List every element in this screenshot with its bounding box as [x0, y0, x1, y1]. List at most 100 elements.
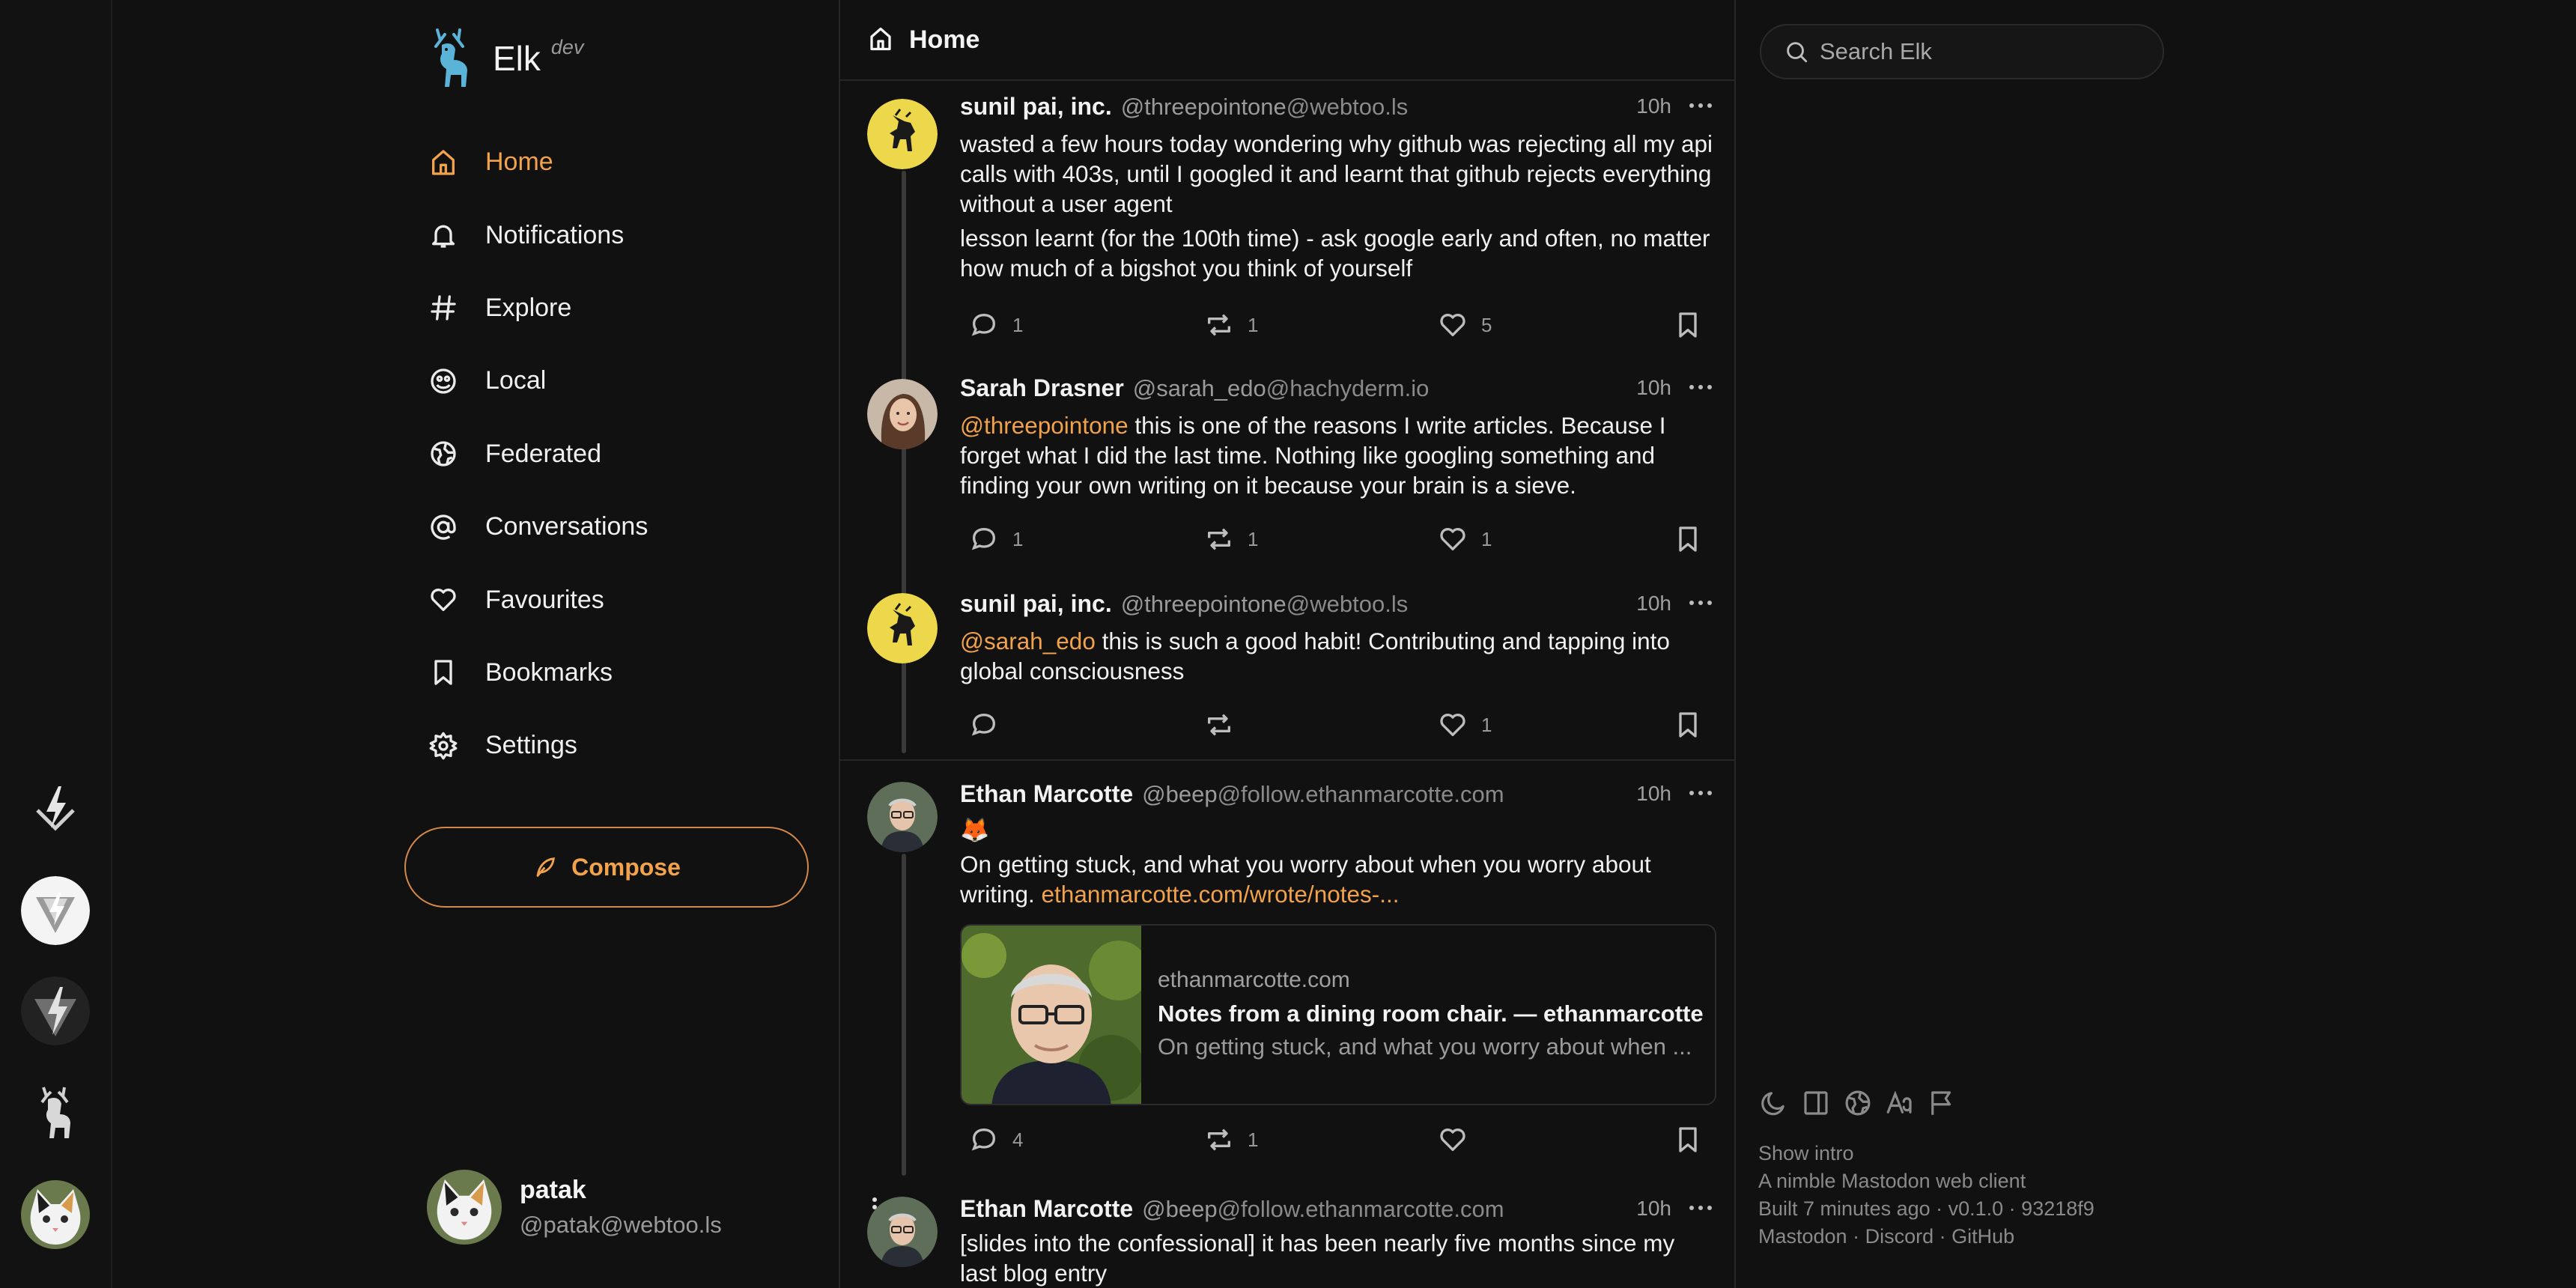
- link-preview-card[interactable]: ethanmarcotte.com Notes from a dining ro…: [960, 924, 1716, 1105]
- reply-button[interactable]: [969, 708, 1012, 741]
- status-card[interactable]: sunil pai, inc. @threepointone@webtoo.ls …: [867, 590, 1718, 747]
- footer-link-discord[interactable]: Discord: [1865, 1225, 1934, 1248]
- divider: [840, 759, 1734, 761]
- font-size-icon[interactable]: [1884, 1087, 1916, 1119]
- home-timeline[interactable]: Home sunil pai, inc. @threepointone@webto…: [839, 0, 1736, 1288]
- status-time[interactable]: 10h: [1636, 782, 1671, 806]
- page-title: Home: [909, 25, 980, 54]
- compose-label: Compose: [571, 853, 681, 881]
- mention-link[interactable]: @threepointone: [960, 412, 1128, 439]
- footer-links: Mastodon · Discord · GitHub: [1758, 1225, 2014, 1248]
- nav-item-settings[interactable]: Settings: [427, 709, 786, 782]
- bookmark-button[interactable]: [1673, 523, 1703, 556]
- nav-item-local[interactable]: Local: [427, 344, 786, 417]
- status-time[interactable]: 10h: [1636, 592, 1671, 616]
- author-avatar[interactable]: [867, 782, 938, 852]
- status-time[interactable]: 10h: [1636, 376, 1671, 400]
- author-handle[interactable]: @threepointone@webtoo.ls: [1121, 591, 1409, 617]
- author-name[interactable]: Ethan Marcotte: [960, 1195, 1133, 1222]
- show-intro-link[interactable]: Show intro: [1758, 1142, 1854, 1165]
- account-avatar-cat[interactable]: [21, 1180, 90, 1249]
- search-box[interactable]: [1760, 24, 2164, 79]
- flag-icon[interactable]: [1926, 1087, 1957, 1119]
- more-horizontal-icon[interactable]: [1685, 376, 1716, 398]
- globe-icon[interactable]: [1842, 1087, 1874, 1119]
- status-time[interactable]: 10h: [1636, 94, 1671, 118]
- compose-button[interactable]: Compose: [404, 827, 809, 908]
- status-card[interactable]: Ethan Marcotte @beep@follow.ethanmarcotte…: [867, 1195, 1718, 1288]
- status-header: sunil pai, inc. @threepointone@webtoo.ls …: [960, 93, 1716, 127]
- account-avatar-vite-light[interactable]: [21, 876, 90, 945]
- current-user-name: patak: [520, 1176, 586, 1204]
- nav-item-notifications[interactable]: Notifications: [427, 198, 786, 271]
- boost-button[interactable]: 1: [1204, 309, 1258, 341]
- nav-item-conversations[interactable]: Conversations: [427, 490, 786, 563]
- footer-link-github[interactable]: GitHub: [1951, 1225, 2014, 1248]
- account-avatar-elk[interactable]: [21, 1077, 90, 1146]
- favourite-count: 1: [1481, 713, 1492, 736]
- mention-link[interactable]: @sarah_edo: [960, 628, 1096, 654]
- status-card[interactable]: Sarah Drasner @sarah_edo@hachyderm.io 10h…: [867, 374, 1718, 562]
- author-handle[interactable]: @beep@follow.ethanmarcotte.com: [1142, 1196, 1504, 1222]
- more-horizontal-icon[interactable]: [1685, 1197, 1716, 1219]
- nav-item-label: Explore: [485, 293, 572, 322]
- account-avatar-vite-dark[interactable]: [21, 774, 90, 843]
- status-card[interactable]: sunil pai, inc. @threepointone@webtoo.ls …: [867, 93, 1718, 347]
- bookmark-button[interactable]: [1673, 708, 1703, 741]
- more-horizontal-icon[interactable]: [1685, 94, 1716, 117]
- footer-link-mastodon[interactable]: Mastodon: [1758, 1225, 1847, 1248]
- status-actions: 1 1 5: [960, 309, 1716, 341]
- bookmark-button[interactable]: [1673, 309, 1703, 341]
- bookmark-icon: [1673, 1125, 1703, 1155]
- more-horizontal-icon[interactable]: [1685, 592, 1716, 614]
- status-content: @threepointone this is one of the reason…: [960, 410, 1716, 500]
- moon-icon[interactable]: [1758, 1087, 1790, 1119]
- author-name[interactable]: Sarah Drasner: [960, 374, 1124, 401]
- left-navigation: Elk dev Home Notifications Explore Local: [112, 0, 877, 1288]
- author-name[interactable]: sunil pai, inc.: [960, 590, 1112, 617]
- nav-item-federated[interactable]: Federated: [427, 418, 786, 490]
- account-avatar-vitest[interactable]: [21, 976, 90, 1045]
- favourite-button[interactable]: 5: [1438, 309, 1492, 341]
- author-avatar[interactable]: [867, 99, 938, 169]
- boost-button[interactable]: [1204, 708, 1248, 741]
- reply-button[interactable]: 1: [969, 523, 1023, 556]
- status-time[interactable]: 10h: [1636, 1197, 1671, 1221]
- author-name[interactable]: sunil pai, inc.: [960, 93, 1112, 120]
- nav-item-explore[interactable]: Explore: [427, 272, 786, 344]
- boost-button[interactable]: 1: [1204, 523, 1258, 556]
- status-link[interactable]: ethanmarcotte.com/wrote/notes-...: [1042, 881, 1400, 908]
- status-card[interactable]: Ethan Marcotte @beep@follow.ethanmarcotte…: [867, 780, 1718, 1162]
- boost-button[interactable]: 1: [1204, 1123, 1258, 1156]
- status-content: 🦊 On getting stuck, and what you worry a…: [960, 815, 1716, 909]
- reply-button[interactable]: 4: [969, 1123, 1023, 1156]
- nav-item-bookmarks[interactable]: Bookmarks: [427, 637, 786, 709]
- nav-item-label: Local: [485, 366, 547, 395]
- author-handle[interactable]: @beep@follow.ethanmarcotte.com: [1142, 781, 1504, 807]
- author-handle[interactable]: @sarah_edo@hachyderm.io: [1133, 375, 1430, 401]
- heart-icon: [1438, 310, 1468, 340]
- status-actions: 4 1: [960, 1123, 1716, 1156]
- boost-icon: [1204, 710, 1234, 740]
- nav-item-favourites[interactable]: Favourites: [427, 563, 786, 636]
- author-handle[interactable]: @threepointone@webtoo.ls: [1121, 94, 1409, 120]
- reply-count: 1: [1012, 313, 1024, 336]
- favourite-button[interactable]: 1: [1438, 523, 1492, 556]
- favourite-button[interactable]: [1438, 1123, 1481, 1156]
- favourite-button[interactable]: 1: [1438, 708, 1492, 741]
- author-avatar[interactable]: [867, 379, 938, 449]
- brand-name: Elk: [493, 39, 541, 78]
- boost-count: 1: [1248, 1128, 1259, 1151]
- sidebar-layout-icon[interactable]: [1800, 1087, 1832, 1119]
- more-horizontal-icon[interactable]: [1685, 782, 1716, 804]
- bell-icon: [427, 219, 460, 252]
- search-input[interactable]: [1820, 38, 2149, 65]
- nav-item-home[interactable]: Home: [427, 126, 786, 198]
- author-avatar[interactable]: [867, 593, 938, 663]
- author-name[interactable]: Ethan Marcotte: [960, 780, 1133, 807]
- brand[interactable]: Elk dev: [427, 27, 583, 90]
- author-avatar[interactable]: [867, 1197, 938, 1267]
- link-preview-description: On getting stuck, and what you worry abo…: [1158, 1033, 1692, 1060]
- bookmark-button[interactable]: [1673, 1123, 1703, 1156]
- reply-button[interactable]: 1: [969, 309, 1023, 341]
